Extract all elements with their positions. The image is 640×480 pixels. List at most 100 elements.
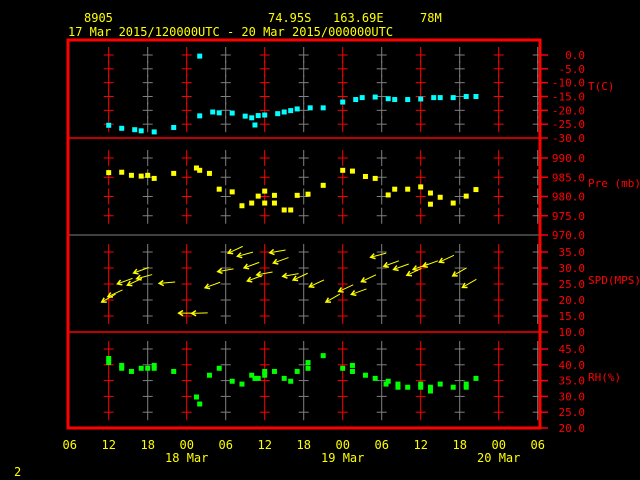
y-tick-label: 975.0: [552, 210, 585, 223]
wind-arrow: [421, 260, 439, 268]
data-point: [463, 381, 469, 387]
wind-arrow: [236, 251, 254, 259]
data-point: [197, 167, 203, 173]
data-point: [427, 384, 433, 390]
y-tick-label: 970.0: [552, 229, 585, 242]
data-point: [305, 365, 311, 371]
wind-arrow-shaft: [191, 312, 208, 314]
x-tick-label: 00: [335, 438, 349, 452]
data-point: [262, 188, 268, 194]
data-point: [262, 368, 268, 374]
data-point: [405, 186, 411, 192]
wind-arrow: [272, 257, 289, 265]
wind-arrow: [438, 254, 455, 264]
data-point: [362, 372, 368, 378]
data-point: [305, 191, 311, 197]
data-point: [252, 122, 258, 128]
data-point: [119, 125, 125, 131]
data-point: [463, 94, 469, 99]
wind-arrow: [360, 274, 377, 283]
data-point: [353, 97, 359, 103]
data-marks: [100, 53, 479, 407]
data-point: [392, 186, 398, 192]
data-point: [437, 95, 443, 101]
data-point: [281, 207, 287, 213]
y-tick-label: 0.0: [565, 49, 585, 62]
data-point: [288, 207, 294, 213]
data-point: [145, 365, 151, 371]
wind-arrow: [132, 267, 149, 275]
data-point: [171, 170, 177, 176]
y-tick-label: 25.0: [559, 278, 586, 291]
wind-arrow: [157, 279, 176, 287]
data-point: [210, 109, 216, 115]
data-point: [271, 200, 277, 206]
data-point: [320, 353, 326, 359]
y-tick-label: 980.0: [552, 191, 585, 204]
data-point: [294, 192, 300, 198]
y-tick-label: 10.0: [559, 326, 586, 339]
data-point: [362, 173, 368, 179]
data-point: [340, 365, 346, 371]
data-point: [349, 368, 355, 374]
x-tick-label: 12: [257, 438, 271, 452]
data-point: [305, 360, 311, 366]
data-point: [145, 172, 151, 178]
data-point: [138, 365, 144, 371]
y-tick-label: -25.0: [552, 118, 585, 131]
data-point: [418, 184, 424, 190]
y-tick-label: 30.0: [559, 262, 586, 275]
data-point: [151, 129, 157, 135]
data-point: [431, 95, 437, 101]
data-point: [437, 381, 443, 387]
data-point: [271, 368, 277, 374]
data-point: [385, 192, 391, 198]
data-point: [216, 186, 222, 192]
x-date-label: 19 Mar: [321, 451, 364, 465]
wind-arrow: [106, 289, 123, 298]
data-point: [294, 368, 300, 374]
station-latitude: 74.95S: [268, 11, 311, 25]
wind-arrow: [268, 248, 286, 256]
y-tick-label: 35.0: [559, 246, 586, 259]
wind-arrow: [135, 274, 153, 281]
data-point: [294, 106, 300, 112]
data-point: [372, 375, 378, 381]
data-point: [242, 113, 248, 119]
data-point: [132, 127, 138, 133]
y-tick-label: -20.0: [552, 104, 585, 117]
data-point: [206, 372, 212, 378]
y-tick-label: 20.0: [559, 294, 586, 307]
data-point: [249, 115, 255, 121]
panel-label: T(C): [588, 80, 615, 93]
wind-arrow: [203, 281, 221, 290]
data-point: [216, 110, 222, 116]
data-point: [106, 122, 112, 128]
data-point: [427, 190, 433, 196]
panel-label: SPD(MPS): [588, 274, 640, 287]
page-number: 2: [14, 465, 21, 479]
y-tick-label: -15.0: [552, 91, 585, 104]
data-point: [106, 170, 112, 176]
data-point: [206, 170, 212, 176]
data-point: [418, 381, 424, 387]
data-point: [262, 112, 268, 118]
data-point: [255, 193, 261, 199]
data-point: [450, 95, 456, 101]
data-point: [197, 53, 203, 59]
x-date-label: 18 Mar: [165, 451, 208, 465]
data-point: [288, 378, 294, 384]
data-point: [128, 368, 134, 374]
wind-arrow: [281, 272, 299, 279]
wind-arrow: [369, 252, 387, 260]
x-tick-label: 18: [452, 438, 466, 452]
data-point: [197, 113, 203, 119]
x-tick-label: 06: [530, 438, 544, 452]
y-tick-label: 35.0: [559, 375, 586, 388]
data-point: [151, 175, 157, 181]
data-point: [359, 95, 365, 101]
x-tick-label: 06: [218, 438, 232, 452]
data-point: [288, 108, 294, 114]
data-point: [281, 109, 287, 115]
x-tick-label: 18: [296, 438, 310, 452]
